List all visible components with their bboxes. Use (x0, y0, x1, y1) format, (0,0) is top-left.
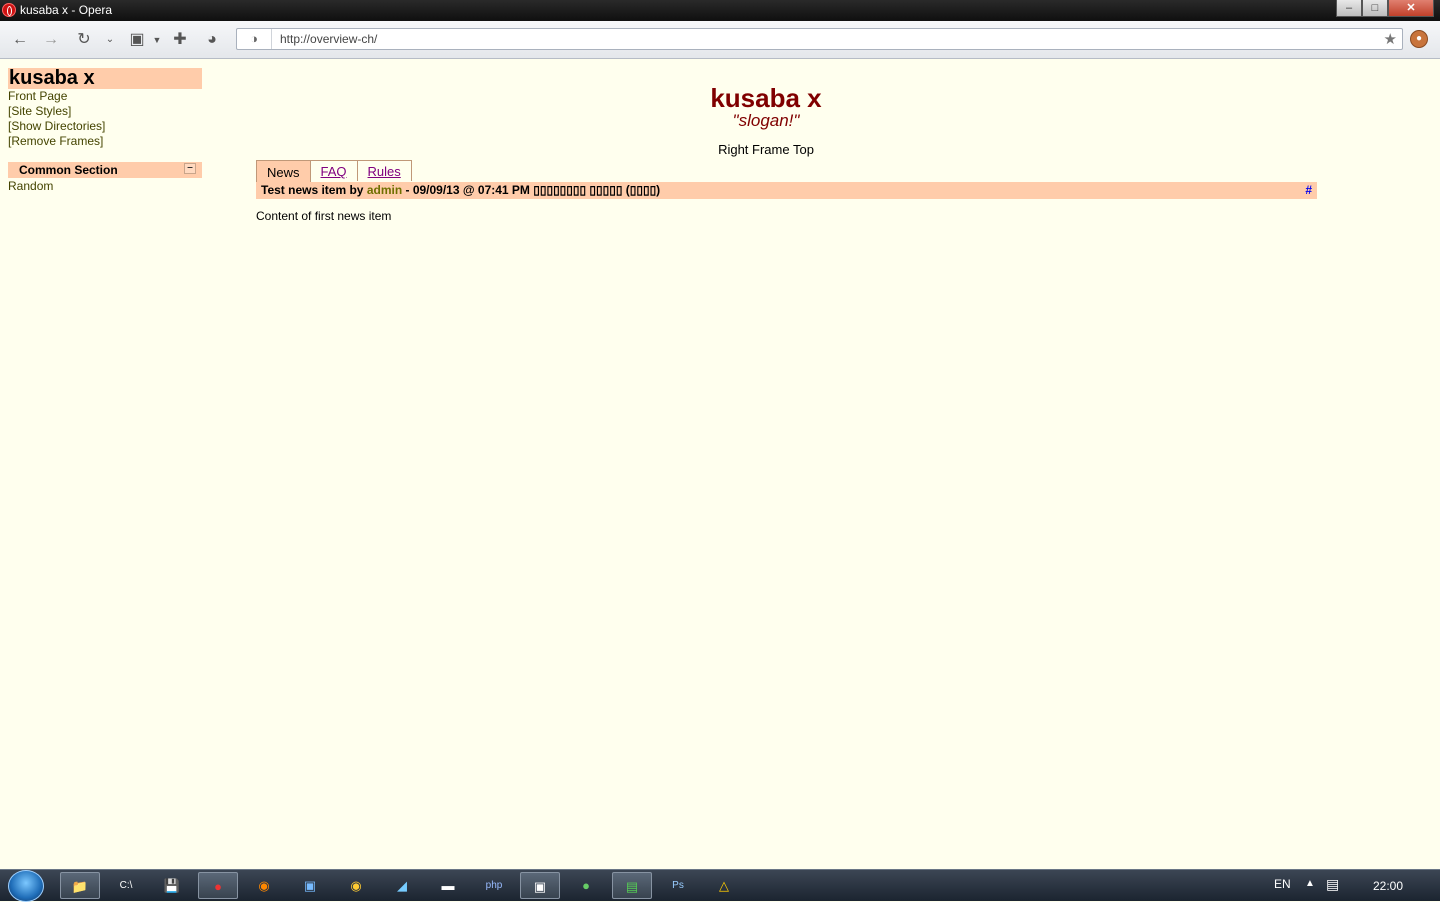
tab-rules[interactable]: Rules (357, 160, 412, 181)
site-styles-link[interactable]: [Site Styles] (8, 104, 202, 119)
windows-taskbar: 📁 C:\ 💾 ● ◉ ▣ ◉ ◢ ▬ php ▣ ● ▤ Ps △ EN ▲ … (0, 869, 1440, 902)
save-icon[interactable]: 💾 (152, 872, 192, 899)
firefox-icon[interactable]: ◉ (244, 872, 284, 899)
tab-news[interactable]: News (256, 160, 311, 183)
news-permalink[interactable]: # (1305, 182, 1312, 199)
remove-frames-link[interactable]: [Remove Frames] (8, 134, 202, 149)
explorer-icon[interactable]: 📁 (60, 872, 100, 899)
collapse-toggle-button[interactable]: – (184, 163, 196, 174)
tool-icon[interactable]: ◢ (382, 872, 422, 899)
tab-faq[interactable]: FAQ (310, 160, 358, 181)
image-icon[interactable]: ▣ (520, 872, 560, 899)
news-title-prefix: Test news item by (261, 183, 367, 197)
news-author-link[interactable]: admin (367, 183, 402, 197)
photoshop-icon[interactable]: Ps (658, 872, 698, 899)
chrome-icon[interactable]: ◉ (336, 872, 376, 899)
php-icon[interactable]: php (474, 872, 514, 899)
reload-icon[interactable]: ↻ (74, 30, 94, 50)
forward-arrow-icon[interactable]: → (41, 30, 61, 50)
globe-icon[interactable]: ◑ (237, 29, 272, 49)
window-icon[interactable]: ▣ (290, 872, 330, 899)
browser-toolbar: ← → ↻ ⌄ ▣ ▼ ✚ ◕ ◑ http://overview-ch/ ★ … (0, 21, 1440, 59)
page-slogan: "slogan!" (732, 111, 800, 130)
speed-dial-icon[interactable]: ◕ (202, 30, 222, 50)
warning-icon[interactable]: △ (704, 872, 744, 899)
start-button[interactable] (8, 870, 44, 902)
random-link[interactable]: Random (8, 179, 202, 194)
image-icon[interactable]: ▣ (127, 30, 147, 50)
site-title: kusaba x (8, 68, 202, 89)
cmd-icon[interactable]: C:\ (106, 872, 146, 899)
close-button[interactable]: ✕ (1388, 0, 1434, 17)
chevron-down-icon[interactable]: ⌄ (100, 30, 120, 50)
opera-logo-icon[interactable] (2, 3, 16, 17)
show-hidden-icons-icon[interactable]: ▲ (1305, 878, 1315, 889)
language-indicator[interactable]: EN (1274, 877, 1291, 891)
minimize-button[interactable]: – (1336, 0, 1362, 17)
right-frame-top-text: Right Frame Top (718, 142, 814, 157)
colors-icon[interactable]: ▤ (612, 872, 652, 899)
section-label: Common Section (19, 163, 118, 177)
chevron-down-icon[interactable]: ▼ (147, 30, 167, 50)
window-title: kusaba x - Opera (20, 3, 113, 17)
add-icon[interactable]: ✚ (170, 30, 190, 50)
left-frame-menu: kusaba x Front Page [Site Styles] [Show … (8, 68, 202, 194)
address-bar[interactable]: ◑ http://overview-ch/ ★ (236, 28, 1403, 50)
extension-monkey-icon[interactable]: ● (1410, 30, 1428, 48)
news-title-suffix: - 09/09/13 @ 07:41 PM ▯▯▯▯▯▯▯▯ ▯▯▯▯▯ (▯▯… (402, 183, 661, 197)
show-directories-link[interactable]: [Show Directories] (8, 119, 202, 134)
url-text[interactable]: http://overview-ch/ (280, 32, 377, 46)
hs-icon[interactable]: ● (566, 872, 606, 899)
terminal-icon[interactable]: ▬ (428, 872, 468, 899)
window-controls: – □ ✕ (1336, 0, 1434, 18)
news-item-content: Content of first news item (256, 209, 392, 223)
window-title-bar: kusaba x - Opera – □ ✕ (0, 0, 1440, 21)
system-clock[interactable]: 22:00 (1373, 879, 1403, 893)
common-section-header: Common Section – (8, 162, 202, 178)
opera-icon[interactable]: ● (198, 872, 238, 899)
back-arrow-icon[interactable]: ← (10, 30, 30, 50)
maximize-button[interactable]: □ (1362, 0, 1388, 17)
news-item-header: Test news item by admin - 09/09/13 @ 07:… (256, 182, 1317, 199)
page-title: kusaba x (710, 83, 822, 113)
bookmark-star-icon[interactable]: ★ (1384, 30, 1397, 48)
news-item-title: Test news item by admin - 09/09/13 @ 07:… (261, 182, 660, 199)
tab-bar: News FAQ Rules (256, 160, 412, 183)
page-content: kusaba x Front Page [Site Styles] [Show … (0, 59, 1440, 869)
network-icon[interactable]: ▤ (1326, 876, 1339, 893)
front-page-link[interactable]: Front Page (8, 89, 202, 104)
